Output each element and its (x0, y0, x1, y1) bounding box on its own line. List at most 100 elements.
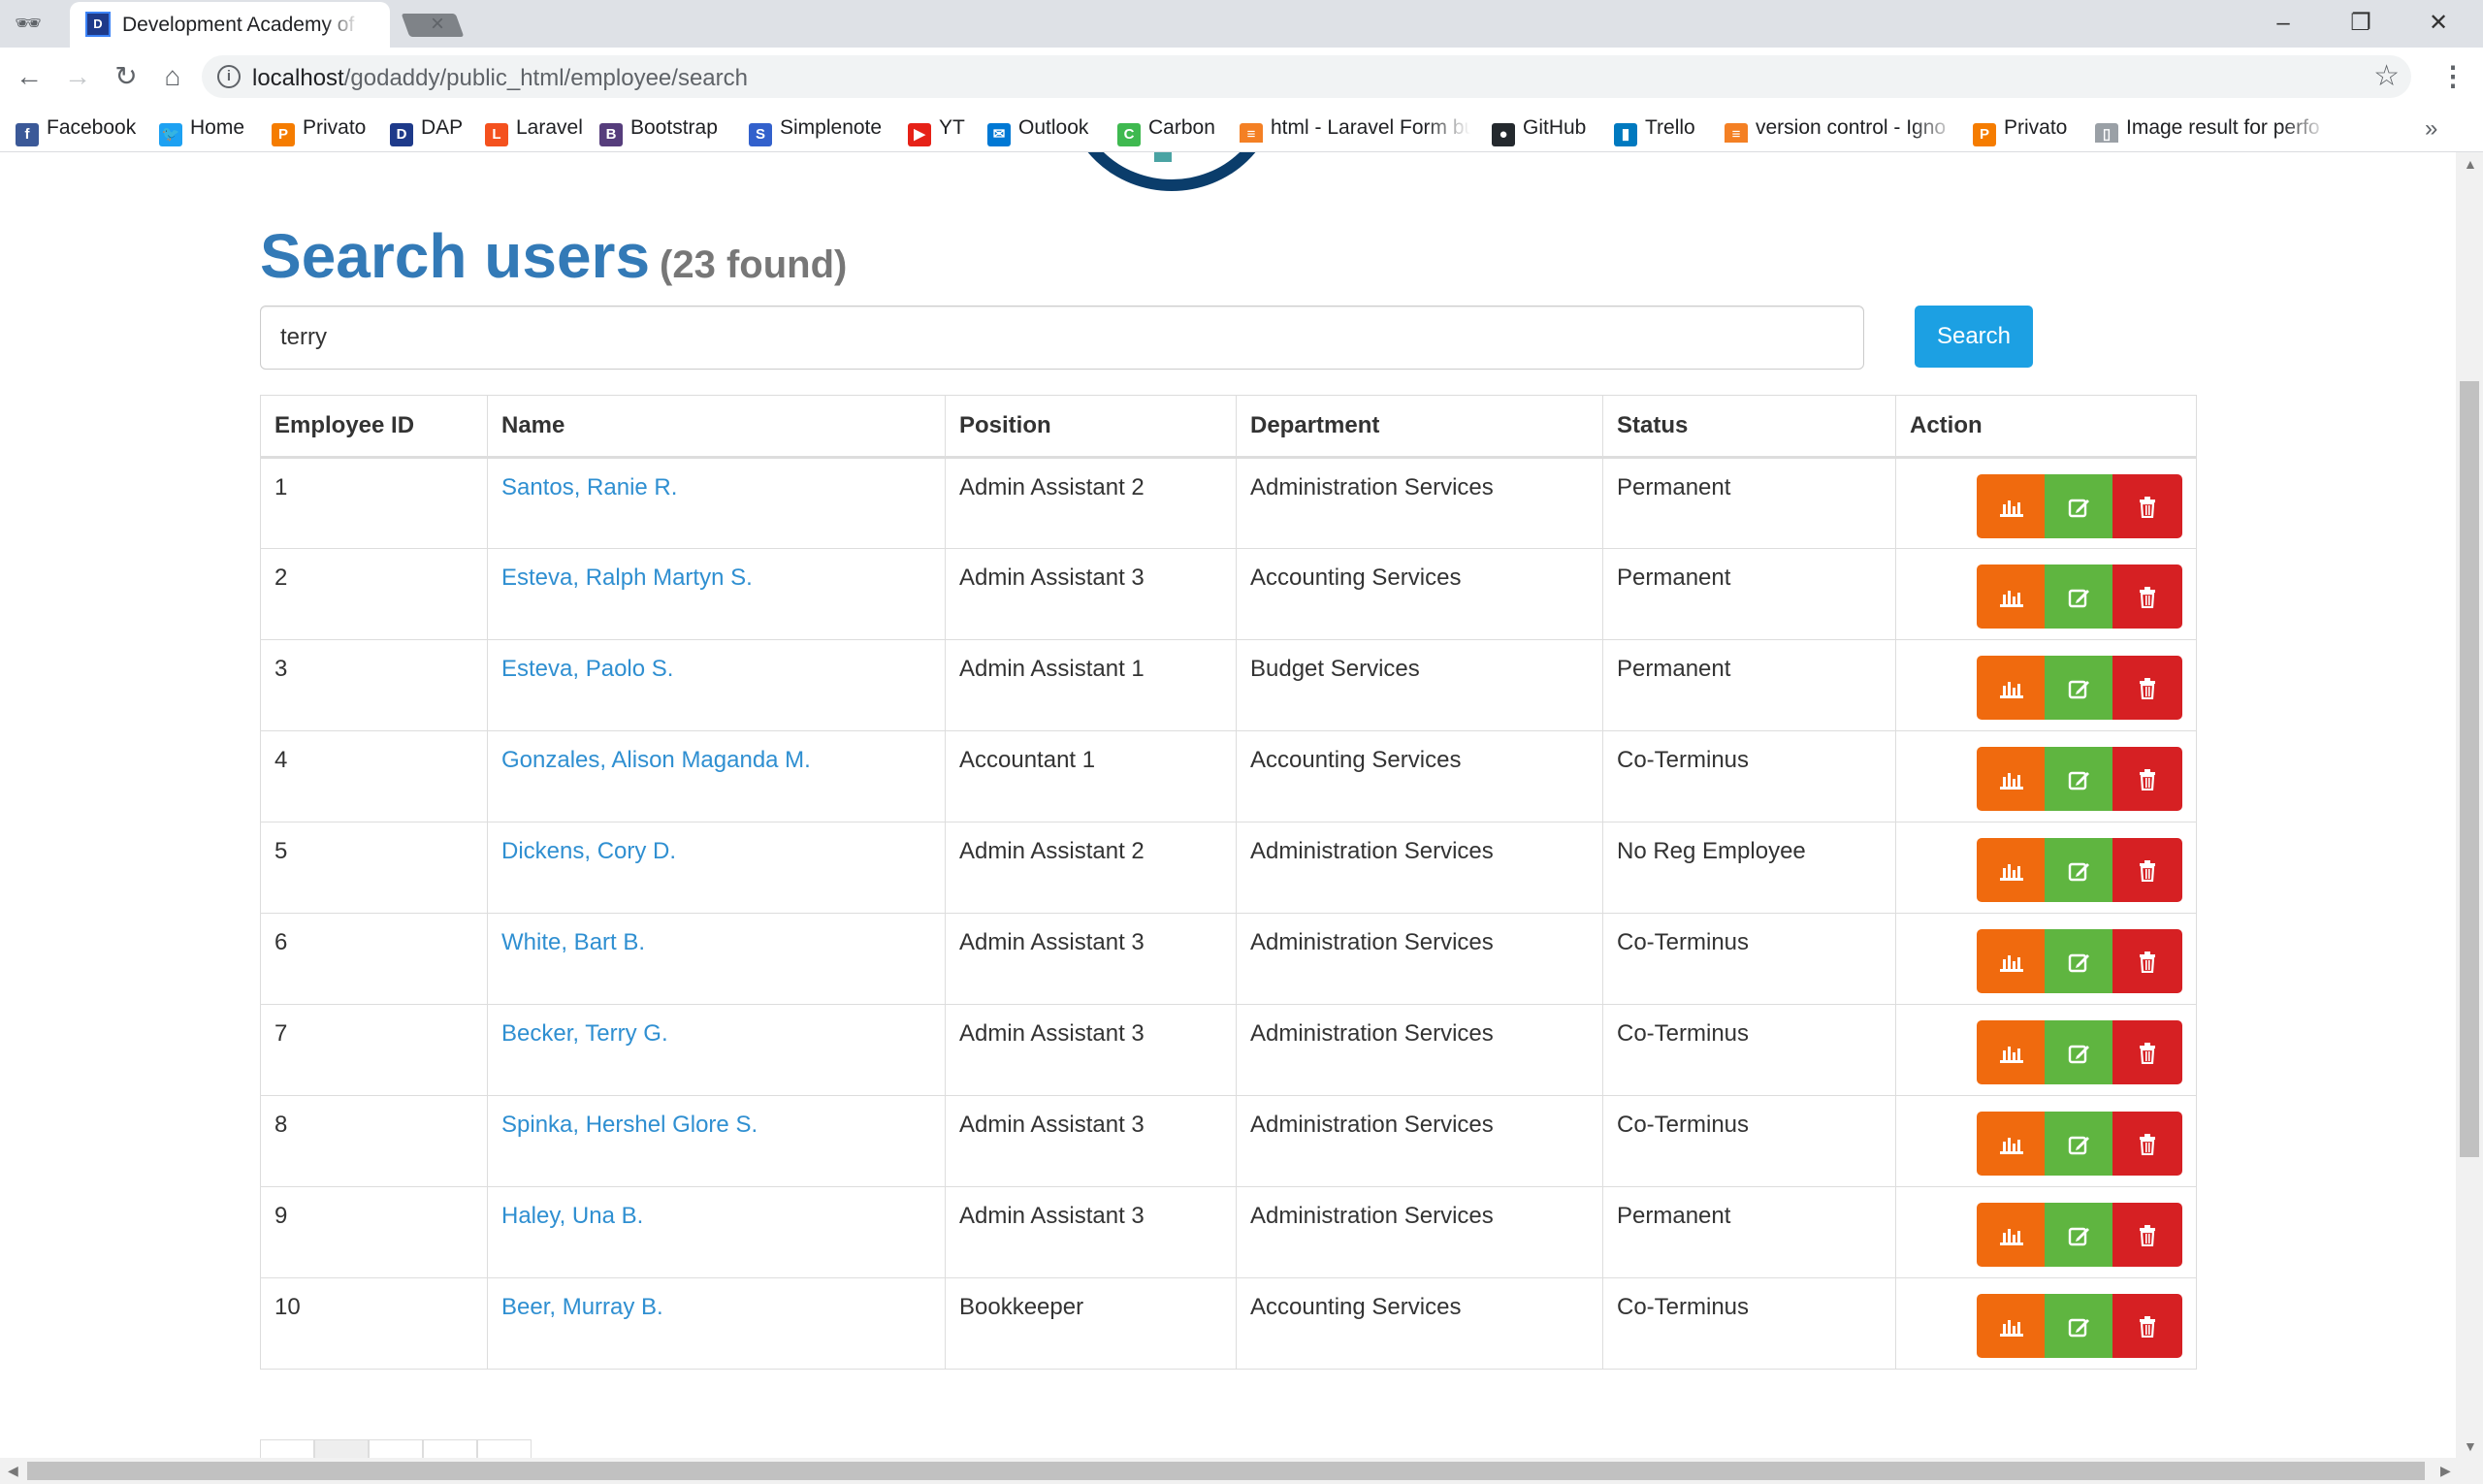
bookmark-label: Facebook (47, 116, 137, 139)
vertical-scrollbar[interactable]: ▲ ▼ (2456, 152, 2483, 1458)
browser-tab[interactable]: D Development Academy of the Philippines… (70, 2, 444, 48)
stats-button[interactable] (1977, 747, 2047, 811)
bookmark-yt[interactable]: ▶ YT (908, 113, 965, 146)
close-window-button[interactable]: ✕ (2409, 6, 2467, 41)
delete-button[interactable] (2112, 474, 2182, 538)
search-button[interactable]: Search (1915, 306, 2033, 368)
minimize-button[interactable]: – (2254, 6, 2312, 41)
stats-button[interactable] (1977, 1203, 2047, 1267)
delete-button[interactable] (2112, 838, 2182, 902)
employee-name-link[interactable]: Dickens, Cory D. (501, 838, 676, 864)
cell-actions (1895, 822, 2197, 914)
facebook-icon: f (16, 123, 39, 146)
pagination-item[interactable] (260, 1439, 314, 1458)
employee-name-link[interactable]: Becker, Terry G. (501, 1020, 668, 1047)
cell-position: Admin Assistant 3 (945, 1004, 1237, 1096)
bookmark-star-icon[interactable]: ☆ (2373, 61, 2400, 92)
stats-button[interactable] (1977, 1112, 2047, 1176)
edit-button[interactable] (2045, 1112, 2114, 1176)
address-bar[interactable]: i localhost/godaddy/public_html/employee… (202, 55, 2411, 98)
trash-icon (2138, 493, 2157, 519)
delete-button[interactable] (2112, 1203, 2182, 1267)
stats-button[interactable] (1977, 929, 2047, 993)
cell-name: White, Bart B. (487, 913, 946, 1005)
employee-name-link[interactable]: Esteva, Paolo S. (501, 656, 673, 682)
delete-button[interactable] (2112, 1112, 2182, 1176)
edit-button[interactable] (2045, 1203, 2114, 1267)
bookmark-image-result-for-perfo[interactable]: ▯ Image result for perfo (2095, 113, 2328, 143)
edit-button[interactable] (2045, 474, 2114, 538)
browser-menu-icon[interactable]: ⋮ (2438, 57, 2467, 96)
edit-button[interactable] (2045, 929, 2114, 993)
cell-position: Bookkeeper (945, 1277, 1237, 1370)
edit-button[interactable] (2045, 1294, 2114, 1358)
edit-button[interactable] (2045, 656, 2114, 720)
cell-status: Permanent (1602, 1186, 1896, 1278)
bookmark-privato[interactable]: P Privato (272, 113, 366, 146)
edit-button[interactable] (2045, 747, 2114, 811)
reload-button[interactable]: ↻ (107, 57, 145, 96)
bookmark-html-laravel-form-bu[interactable]: ≡ html - Laravel Form bu (1240, 113, 1470, 143)
bar-chart-icon (1999, 1312, 2024, 1339)
employee-name-link[interactable]: Gonzales, Alison Maganda M. (501, 747, 811, 773)
search-input[interactable]: terry (260, 306, 1864, 370)
delete-button[interactable] (2112, 1294, 2182, 1358)
cell-name: Becker, Terry G. (487, 1004, 946, 1096)
delete-button[interactable] (2112, 1020, 2182, 1084)
pagination-item[interactable] (477, 1439, 532, 1458)
forward-button[interactable]: → (58, 57, 97, 96)
horizontal-scroll-thumb[interactable] (27, 1462, 2425, 1480)
info-icon[interactable]: i (217, 65, 241, 88)
stats-button[interactable] (1977, 838, 2047, 902)
site-logo (1065, 152, 1278, 191)
cell-actions (1895, 1186, 2197, 1278)
employee-name-link[interactable]: White, Bart B. (501, 929, 645, 955)
restore-button[interactable]: ❐ (2332, 6, 2390, 41)
bookmark-version-control-igno[interactable]: ≡ version control - Igno (1725, 113, 1957, 143)
employee-name-link[interactable]: Beer, Murray B. (501, 1294, 663, 1320)
bookmark-trello[interactable]: ▮ Trello (1614, 113, 1695, 146)
stats-button[interactable] (1977, 1020, 2047, 1084)
bookmark-simplenote[interactable]: S Simplenote (749, 113, 882, 146)
scroll-right-icon[interactable]: ▶ (2440, 1463, 2451, 1479)
vertical-scroll-thumb[interactable] (2460, 381, 2479, 1157)
url-text[interactable]: localhost/godaddy/public_html/employee/s… (252, 65, 748, 92)
bookmark-privato[interactable]: P Privato (1973, 113, 2067, 146)
delete-button[interactable] (2112, 656, 2182, 720)
horizontal-scrollbar[interactable]: ◀ ▶ (0, 1458, 2483, 1484)
scroll-left-icon[interactable]: ◀ (8, 1463, 18, 1479)
stats-button[interactable] (1977, 474, 2047, 538)
employee-name-link[interactable]: Haley, Una B. (501, 1203, 643, 1229)
bookmark-laravel[interactable]: L Laravel (485, 113, 583, 146)
pagination-item[interactable] (369, 1439, 423, 1458)
pagination-item[interactable] (314, 1439, 369, 1458)
pagination-item[interactable] (423, 1439, 477, 1458)
home-button[interactable]: ⌂ (153, 57, 192, 96)
scroll-up-icon[interactable]: ▲ (2464, 156, 2477, 172)
delete-button[interactable] (2112, 747, 2182, 811)
delete-button[interactable] (2112, 929, 2182, 993)
edit-button[interactable] (2045, 838, 2114, 902)
stats-button[interactable] (1977, 656, 2047, 720)
employee-name-link[interactable]: Santos, Ranie R. (501, 474, 677, 500)
edit-button[interactable] (2045, 565, 2114, 629)
bookmarks-overflow-icon[interactable]: » (2425, 115, 2437, 143)
bookmark-outlook[interactable]: ✉ Outlook (987, 113, 1088, 146)
employee-name-link[interactable]: Esteva, Ralph Martyn S. (501, 565, 753, 591)
cell-status: Co-Terminus (1602, 1004, 1896, 1096)
stats-button[interactable] (1977, 565, 2047, 629)
bookmark-dap[interactable]: D DAP (390, 113, 463, 146)
new-tab-button[interactable] (401, 14, 465, 37)
bookmark-github[interactable]: ● GitHub (1492, 113, 1586, 146)
delete-button[interactable] (2112, 565, 2182, 629)
bookmark-home[interactable]: 🐦 Home (159, 113, 244, 146)
employee-name-link[interactable]: Spinka, Hershel Glore S. (501, 1112, 758, 1138)
bookmark-facebook[interactable]: f Facebook (16, 113, 137, 146)
bookmark-carbon[interactable]: C Carbon (1117, 113, 1215, 146)
scroll-down-icon[interactable]: ▼ (2464, 1438, 2477, 1454)
edit-button[interactable] (2045, 1020, 2114, 1084)
cell-name: Esteva, Paolo S. (487, 639, 946, 731)
stats-button[interactable] (1977, 1294, 2047, 1358)
bookmark-bootstrap[interactable]: B Bootstrap (599, 113, 718, 146)
back-button[interactable]: ← (10, 57, 48, 96)
